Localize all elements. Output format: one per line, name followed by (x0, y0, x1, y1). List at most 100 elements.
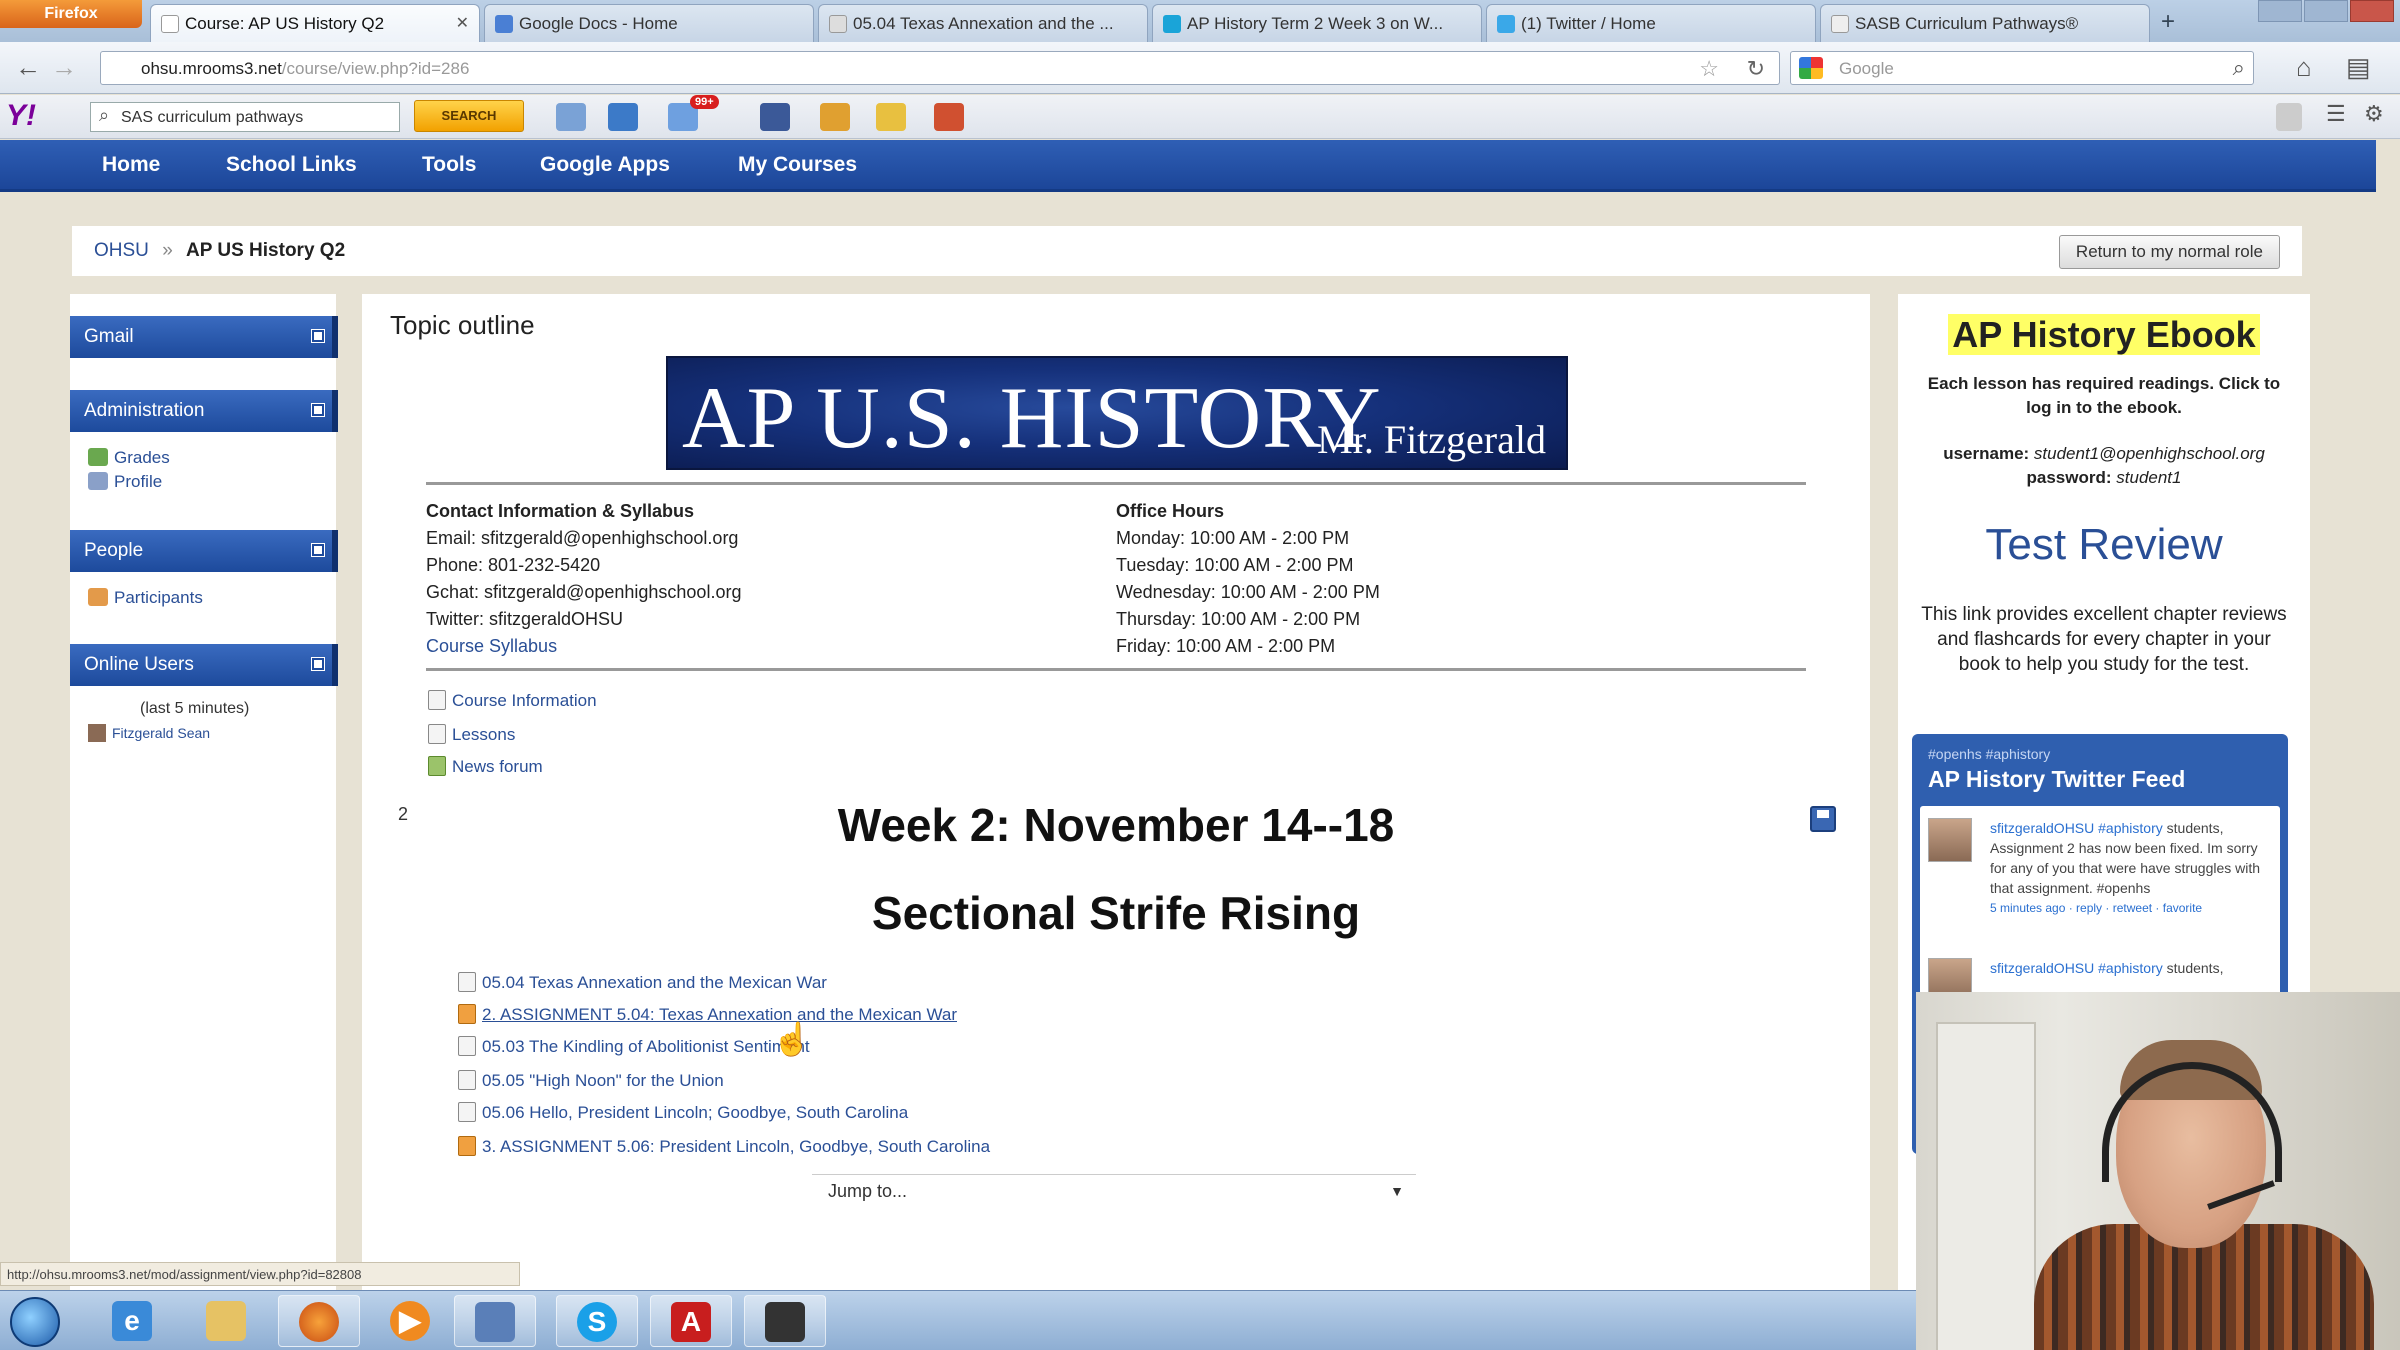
left-column: Gmail Administration Grades Profile Peop… (70, 294, 338, 1290)
search-placeholder: Google (1839, 59, 1894, 78)
return-normal-role-button[interactable]: Return to my normal role (2058, 235, 2280, 269)
tweet-user[interactable]: sfitzgeraldOHSU #aphistory (1990, 960, 2163, 976)
yahoo-search-input[interactable]: ⌕ SAS curriculum pathways (90, 102, 400, 132)
gear-icon[interactable]: ⚙ (2364, 101, 2384, 127)
online-user-link[interactable]: Fitzgerald Sean (88, 724, 210, 742)
close-icon[interactable]: ✕ (456, 13, 469, 33)
taskbar-camera[interactable] (744, 1295, 826, 1347)
maximize-button[interactable] (2304, 0, 2348, 22)
search-bar[interactable]: Google ⌕ (1790, 51, 2254, 85)
resource-lessons[interactable]: Lessons (428, 724, 515, 745)
mail-count-badge: 99+ (690, 95, 719, 109)
tab-ap-history-term[interactable]: AP History Term 2 Week 3 on W... (1152, 4, 1482, 42)
admin-link-grades[interactable]: Grades (88, 448, 170, 468)
activity-item[interactable]: 05.04 Texas Annexation and the Mexican W… (458, 972, 827, 993)
collapse-icon[interactable] (312, 544, 324, 556)
people-link-participants[interactable]: Participants (88, 588, 203, 608)
tweet-user[interactable]: sfitzgeraldOHSU #aphistory (1990, 820, 2163, 836)
toolbar-screen-icon[interactable] (608, 103, 638, 131)
document-icon (428, 724, 446, 744)
bookmarks-menu-icon[interactable]: ▤ (2346, 52, 2371, 83)
toolbar-scroll-icon[interactable] (2276, 103, 2302, 131)
activity-item[interactable]: 2. ASSIGNMENT 5.04: Texas Annexation and… (458, 1004, 957, 1025)
banner-teacher: Mr. Fitzgerald (1317, 417, 1546, 462)
folder-icon (206, 1301, 246, 1341)
tweet-text: students, (2166, 960, 2224, 976)
list-icon[interactable]: ☰ (2326, 101, 2346, 127)
ebook-description: Each lesson has required readings. Click… (1927, 374, 2281, 417)
taskbar-app[interactable] (454, 1295, 536, 1347)
test-review-link[interactable]: Test Review (1898, 520, 2310, 570)
nav-home[interactable]: Home (102, 153, 160, 177)
taskbar-explorer[interactable] (186, 1295, 268, 1347)
yahoo-logo[interactable]: Y! (6, 99, 60, 133)
avatar (1928, 818, 1972, 862)
webcam-overlay (1916, 992, 2400, 1350)
collapse-icon[interactable] (312, 658, 324, 670)
profile-icon (88, 472, 108, 490)
course-syllabus-link[interactable]: Course Syllabus (426, 633, 1086, 660)
activity-item[interactable]: 05.05 "High Noon" for the Union (458, 1070, 724, 1091)
site-nav: Home School Links Tools Google Apps My C… (0, 140, 2376, 192)
hours-wednesday: Wednesday: 10:00 AM - 2:00 PM (1116, 582, 1380, 602)
taskbar-skype[interactable]: S (556, 1295, 638, 1347)
url-bar[interactable]: ohsu.mrooms3.net/course/view.php?id=286 … (100, 51, 1780, 85)
window-controls (2258, 0, 2394, 28)
block-gmail-header[interactable]: Gmail (70, 316, 338, 358)
close-window-button[interactable] (2350, 0, 2394, 22)
internet-explorer-icon: e (112, 1301, 152, 1341)
nav-school-links[interactable]: School Links (226, 153, 357, 177)
url-path: /course/view.php?id=286 (281, 59, 470, 78)
nav-my-courses[interactable]: My Courses (738, 153, 857, 177)
tab-course[interactable]: Course: AP US History Q2 ✕ (150, 4, 480, 42)
games-icon[interactable] (820, 103, 850, 131)
toolbar-page-icon[interactable] (556, 103, 586, 131)
yahoo-search-button[interactable]: SEARCH (414, 100, 524, 132)
block-online-users-header[interactable]: Online Users (70, 644, 338, 686)
ebook-title[interactable]: AP History Ebook (1898, 314, 2310, 356)
admin-link-profile[interactable]: Profile (88, 472, 162, 492)
reload-icon[interactable]: ↻ (1747, 56, 1765, 82)
twitter-feed-title: AP History Twitter Feed (1928, 766, 2186, 792)
new-tab-button[interactable]: + (2152, 8, 2184, 38)
nav-google-apps[interactable]: Google Apps (540, 153, 670, 177)
back-arrow-icon[interactable]: ← (12, 53, 44, 83)
firefox-menu-button[interactable]: Firefox (0, 0, 142, 28)
start-button[interactable] (10, 1297, 60, 1347)
online-users-note: (last 5 minutes) (140, 700, 250, 717)
tab-twitter[interactable]: (1) Twitter / Home (1486, 4, 1816, 42)
collapse-icon[interactable] (312, 404, 324, 416)
search-icon[interactable]: ⌕ (2233, 55, 2245, 81)
taskbar-firefox[interactable] (278, 1295, 360, 1347)
taskbar-media[interactable]: ▶ (370, 1295, 452, 1347)
activity-item[interactable]: 05.06 Hello, President Lincoln; Goodbye,… (458, 1102, 908, 1123)
tab-google-docs[interactable]: Google Docs - Home (484, 4, 814, 42)
forward-arrow-icon[interactable]: → (48, 53, 80, 83)
bookmark-star-icon[interactable]: ☆ (1699, 56, 1719, 82)
collapse-icon[interactable] (312, 330, 324, 342)
tweet-meta[interactable]: 5 minutes ago · reply · retweet · favori… (1990, 898, 2270, 918)
minimize-button[interactable] (2258, 0, 2302, 22)
home-icon[interactable]: ⌂ (2296, 52, 2312, 83)
topic-outline-heading: Topic outline (390, 310, 535, 340)
page-icon (829, 15, 847, 33)
taskbar-ie[interactable]: e (92, 1295, 174, 1347)
resource-course-information[interactable]: Course Information (428, 690, 597, 711)
tab-texas-annexation[interactable]: 05.04 Texas Annexation and the ... (818, 4, 1148, 42)
nav-tools[interactable]: Tools (422, 153, 476, 177)
activity-item[interactable]: 05.03 The Kindling of Abolitionist Senti… (458, 1036, 810, 1057)
camera-icon (765, 1302, 805, 1342)
weather-icon[interactable] (876, 103, 906, 131)
taskbar-acrobat[interactable]: A (650, 1295, 732, 1347)
jump-to-select[interactable]: Jump to... ▼ (812, 1174, 1416, 1208)
hand-cursor-icon: ☝ (772, 1021, 812, 1057)
facebook-icon[interactable] (760, 103, 790, 131)
tab-sas-curriculum[interactable]: SASB Curriculum Pathways® (1820, 4, 2150, 42)
block-administration-header[interactable]: Administration (70, 390, 338, 432)
block-people-header[interactable]: People (70, 530, 338, 572)
activity-item[interactable]: 3. ASSIGNMENT 5.06: President Lincoln, G… (458, 1136, 990, 1157)
calendar-icon[interactable] (934, 103, 964, 131)
resource-news-forum[interactable]: News forum (428, 756, 543, 777)
breadcrumb-root[interactable]: OHSU (94, 240, 149, 261)
participants-icon (88, 588, 108, 606)
